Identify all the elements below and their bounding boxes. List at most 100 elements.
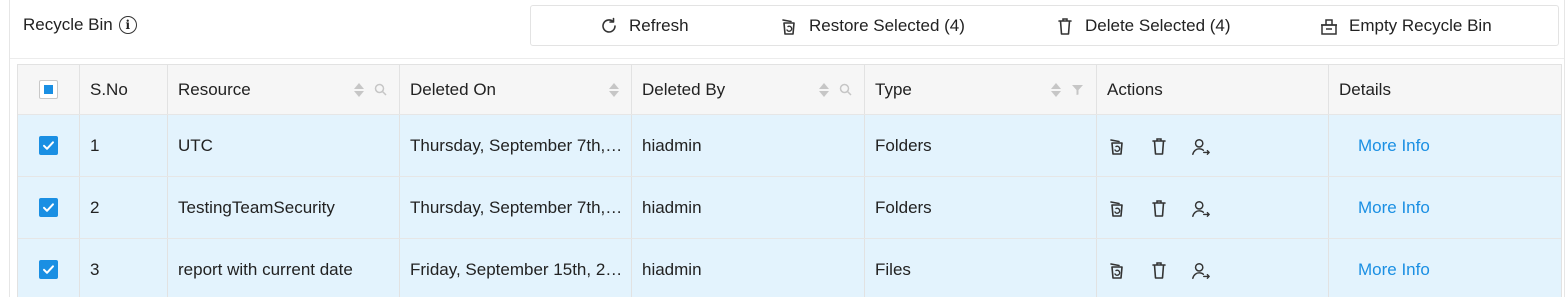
- deleted-on-value: Thursday, September 7th, 2023: [410, 197, 625, 217]
- toolbar: Refresh Restore Selected (4) Delete Sele…: [530, 5, 1559, 46]
- column-header-label: Resource: [178, 79, 251, 99]
- sort-icon[interactable]: [1051, 82, 1061, 97]
- table-row[interactable]: 3 report with current date Friday, Septe…: [18, 239, 1561, 297]
- table-body: 1 UTC Thursday, September 7th, 2023 hiad…: [18, 115, 1561, 297]
- recycle-bin-panel: Recycle Bin i Refresh Restore Selected (…: [9, 0, 1565, 297]
- column-header-deleted-on[interactable]: Deleted On: [400, 65, 632, 114]
- page-header: Recycle Bin i Refresh Restore Selected (…: [10, 0, 1564, 52]
- cell-details: More Info: [1329, 177, 1561, 238]
- deleted-by-value: hiadmin: [642, 259, 702, 279]
- cell-actions: [1097, 239, 1329, 297]
- checkmark-icon: [43, 141, 54, 150]
- trash-icon[interactable]: [1149, 260, 1169, 280]
- column-header-label: Deleted By: [642, 79, 726, 99]
- trash-icon: [1058, 17, 1072, 35]
- search-icon[interactable]: [839, 83, 852, 96]
- refresh-label: Refresh: [629, 15, 689, 35]
- cell-actions: [1097, 115, 1329, 176]
- row-checkbox-cell: [18, 177, 80, 238]
- delete-selected-button[interactable]: Delete Selected (4): [1055, 6, 1231, 45]
- cell-deleted-by: hiadmin: [632, 115, 865, 176]
- column-header-type[interactable]: Type: [865, 65, 1097, 114]
- deleted-on-value: Thursday, September 7th, 2023: [410, 135, 625, 155]
- column-header-actions: Actions: [1097, 65, 1329, 114]
- cell-details: More Info: [1329, 115, 1561, 176]
- cell-deleted-by: hiadmin: [632, 177, 865, 238]
- column-header-label: Type: [875, 79, 912, 99]
- cell-deleted-on: Friday, September 15th, 2023: [400, 239, 632, 297]
- sno-value: 2: [90, 197, 100, 217]
- cell-resource: TestingTeamSecurity: [168, 177, 400, 238]
- row-checkbox-cell: [18, 239, 80, 297]
- info-icon[interactable]: i: [118, 16, 137, 34]
- more-info-link[interactable]: More Info: [1358, 260, 1430, 280]
- cell-type: Folders: [865, 115, 1097, 176]
- empty-bin-icon: [1321, 18, 1337, 35]
- page-title-text: Recycle Bin: [23, 15, 113, 34]
- empty-recycle-bin-button[interactable]: Empty Recycle Bin: [1319, 6, 1492, 45]
- filter-icon[interactable]: [1071, 83, 1084, 96]
- trash-icon[interactable]: [1149, 136, 1169, 156]
- resource-name: TestingTeamSecurity: [178, 197, 335, 217]
- recycle-bin-table: S.No Resource Deleted On Deleted By Type…: [17, 64, 1562, 297]
- sort-icon[interactable]: [354, 82, 364, 97]
- select-all-checkbox[interactable]: [39, 80, 58, 99]
- change-owner-icon[interactable]: [1191, 260, 1211, 280]
- column-header-resource[interactable]: Resource: [168, 65, 400, 114]
- restore-selected-label: Restore Selected (4): [809, 15, 965, 35]
- cell-actions: [1097, 177, 1329, 238]
- column-header-sno: S.No: [80, 65, 168, 114]
- refresh-icon: [602, 17, 616, 33]
- empty-recycle-bin-label: Empty Recycle Bin: [1349, 15, 1492, 35]
- resource-name: UTC: [178, 135, 213, 155]
- cell-type: Folders: [865, 177, 1097, 238]
- column-header-label: Details: [1339, 79, 1391, 99]
- page-title: Recycle Bin i: [23, 15, 137, 35]
- column-header-details: Details: [1329, 65, 1561, 114]
- restore-icon[interactable]: [1107, 136, 1127, 156]
- column-header-label: Deleted On: [410, 79, 496, 99]
- sort-icon[interactable]: [609, 82, 619, 97]
- more-info-link[interactable]: More Info: [1358, 136, 1430, 156]
- restore-icon[interactable]: [1107, 198, 1127, 218]
- delete-selected-label: Delete Selected (4): [1085, 15, 1231, 35]
- trash-icon[interactable]: [1149, 198, 1169, 218]
- checkmark-icon: [43, 203, 54, 212]
- change-owner-icon[interactable]: [1191, 136, 1211, 156]
- cell-details: More Info: [1329, 239, 1561, 297]
- sort-icon[interactable]: [819, 82, 829, 97]
- cell-deleted-on: Thursday, September 7th, 2023: [400, 177, 632, 238]
- sno-value: 1: [90, 135, 100, 155]
- refresh-button[interactable]: Refresh: [599, 6, 689, 45]
- row-checkbox-cell: [18, 115, 80, 176]
- table-row[interactable]: 2 TestingTeamSecurity Thursday, Septembe…: [18, 177, 1561, 239]
- cell-sno: 2: [80, 177, 168, 238]
- cell-deleted-by: hiadmin: [632, 239, 865, 297]
- type-value: Folders: [875, 135, 932, 155]
- type-value: Folders: [875, 197, 932, 217]
- more-info-link[interactable]: More Info: [1358, 198, 1430, 218]
- column-header-label: Actions: [1107, 79, 1163, 99]
- row-checkbox[interactable]: [39, 136, 58, 155]
- table-header-row: S.No Resource Deleted On Deleted By Type…: [18, 65, 1561, 115]
- column-header-label: S.No: [90, 79, 128, 99]
- row-checkbox[interactable]: [39, 198, 58, 217]
- cell-resource: report with current date: [168, 239, 400, 297]
- change-owner-icon[interactable]: [1191, 198, 1211, 218]
- deleted-on-value: Friday, September 15th, 2023: [410, 259, 625, 279]
- column-header-deleted-by[interactable]: Deleted By: [632, 65, 865, 114]
- cell-resource: UTC: [168, 115, 400, 176]
- checkmark-icon: [43, 265, 54, 274]
- restore-icon[interactable]: [1107, 260, 1127, 280]
- cell-sno: 1: [80, 115, 168, 176]
- deleted-by-value: hiadmin: [642, 135, 702, 155]
- table-row[interactable]: 1 UTC Thursday, September 7th, 2023 hiad…: [18, 115, 1561, 177]
- search-icon[interactable]: [374, 83, 387, 96]
- restore-icon: [782, 18, 795, 35]
- cell-deleted-on: Thursday, September 7th, 2023: [400, 115, 632, 176]
- restore-selected-button[interactable]: Restore Selected (4): [779, 6, 965, 45]
- select-all-cell: [18, 65, 80, 114]
- cell-type: Files: [865, 239, 1097, 297]
- row-checkbox[interactable]: [39, 260, 58, 279]
- sno-value: 3: [90, 259, 100, 279]
